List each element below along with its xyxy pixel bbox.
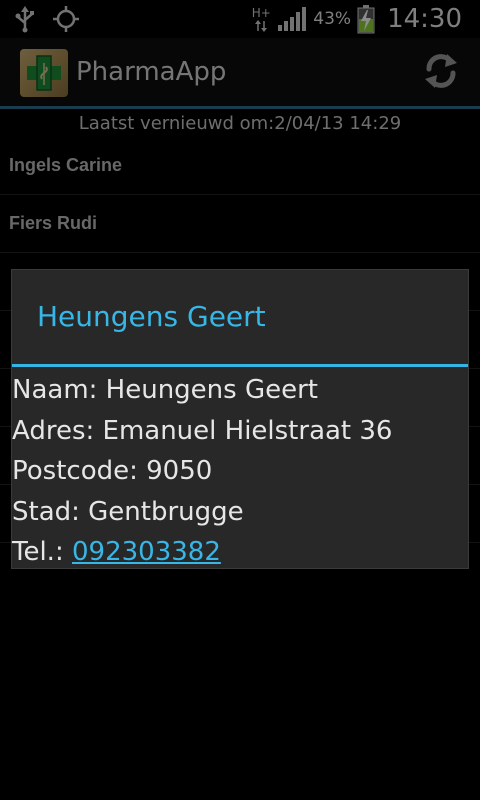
- dialog-divider: [12, 364, 468, 367]
- dialog-body: Naam: Heungens Geert Adres: Emanuel Hiel…: [12, 370, 468, 573]
- phone-line: Tel.: 092303382: [12, 532, 468, 573]
- address-line: Adres: Emanuel Hielstraat 36: [12, 415, 393, 446]
- phone-label: Tel.:: [12, 537, 72, 567]
- contact-detail-dialog: Heungens Geert Naam: Heungens Geert Adre…: [12, 270, 468, 568]
- name-line: Naam: Heungens Geert: [12, 375, 318, 405]
- phone-link[interactable]: 092303382: [72, 537, 221, 567]
- postcode-line: Postcode: 9050: [12, 456, 213, 486]
- dialog-title: Heungens Geert: [37, 300, 266, 333]
- city-line: Stad: Gentbrugge: [12, 496, 244, 527]
